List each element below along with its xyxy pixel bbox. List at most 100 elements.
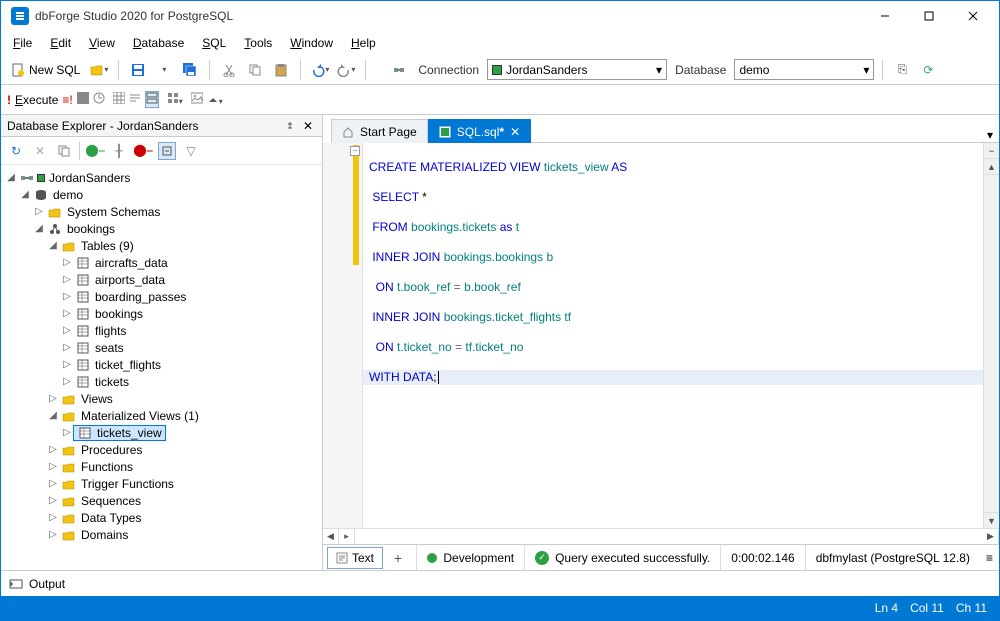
tree-table-item[interactable]: ▷ticket_flights <box>1 356 322 373</box>
stop-icon: ! <box>7 93 11 107</box>
tab-start-page[interactable]: Start Page <box>331 119 428 143</box>
tree-materialized-views-folder[interactable]: ◢Materialized Views (1) <box>1 407 322 424</box>
status-bar: Ln 4 Col 11 Ch 11 <box>1 596 999 620</box>
main-toolbar: New SQL ▾ ▾ ▾ ▾ Connection JordanSanders… <box>1 55 999 85</box>
stop-execution-button[interactable] <box>77 92 89 107</box>
tree-views-folder[interactable]: ▷Views <box>1 390 322 407</box>
new-sql-button[interactable]: New SQL <box>7 61 84 79</box>
separator <box>365 60 366 80</box>
tree-functions-folder[interactable]: ▷Functions <box>1 458 322 475</box>
home-icon <box>342 126 354 138</box>
tree-table-item[interactable]: ▷flights <box>1 322 322 339</box>
tab-sql[interactable]: SQL.sql* ✕ <box>428 119 531 143</box>
save-all-button[interactable] <box>179 59 201 81</box>
code-editor[interactable]: − CREATE MATERIALIZED VIEW tickets_view … <box>323 143 999 528</box>
refresh-icon[interactable]: ↻ <box>7 142 25 160</box>
menu-window[interactable]: Window <box>282 34 341 52</box>
close-button[interactable] <box>951 1 995 31</box>
menu-database[interactable]: Database <box>125 34 192 52</box>
database-explorer-panel: Database Explorer - JordanSanders ✕ ↻ ✕ … <box>1 115 323 570</box>
tree-sequences-folder[interactable]: ▷Sequences <box>1 492 322 509</box>
undo-button[interactable]: ▾ <box>309 59 331 81</box>
tree-database[interactable]: ◢demo <box>1 186 322 203</box>
paste-button[interactable] <box>270 59 292 81</box>
refresh-button[interactable]: ⟳ <box>917 59 939 81</box>
tree-schema[interactable]: ◢bookings <box>1 220 322 237</box>
disconnect-icon[interactable]: ⬤⎯ <box>134 142 152 160</box>
menu-bar: File Edit View Database SQL Tools Window… <box>1 31 999 55</box>
caret <box>438 371 439 384</box>
new-sql-icon <box>11 63 25 77</box>
elapsed-time: 0:00:02.146 <box>720 545 804 570</box>
chevron-down-icon: ▾ <box>863 63 869 77</box>
connection-icon[interactable] <box>388 59 410 81</box>
database-dropdown[interactable]: demo ▾ <box>734 59 874 80</box>
horizontal-scrollbar[interactable]: ◀▸▶ <box>323 528 999 544</box>
copy-icon[interactable] <box>55 142 73 160</box>
tree-trigger-functions-folder[interactable]: ▷Trigger Functions <box>1 475 322 492</box>
tree-system-schemas[interactable]: ▷System Schemas <box>1 203 322 220</box>
image-button[interactable] <box>191 92 203 107</box>
tree-procedures-folder[interactable]: ▷Procedures <box>1 441 322 458</box>
copy-button[interactable] <box>244 59 266 81</box>
menu-help[interactable]: Help <box>343 34 384 52</box>
open-button[interactable]: ▾ <box>88 59 110 81</box>
mixed-mode-button[interactable] <box>145 91 159 108</box>
maximize-button[interactable] <box>907 1 951 31</box>
cut-button[interactable] <box>218 59 240 81</box>
connect-icon[interactable]: ⬤⎯ <box>86 142 104 160</box>
tree-data-types-folder[interactable]: ▷Data Types <box>1 509 322 526</box>
tree-table-item[interactable]: ▷tickets <box>1 373 322 390</box>
menu-view[interactable]: View <box>81 34 123 52</box>
close-panel-icon[interactable]: ✕ <box>300 118 316 134</box>
node-icon[interactable]: ╂ <box>110 142 128 160</box>
chevron-down-icon: ▾ <box>656 63 662 77</box>
menu-edit[interactable]: Edit <box>42 34 79 52</box>
text-tab[interactable]: Text <box>327 547 383 569</box>
tree-item-tickets-view[interactable]: ▷tickets_view <box>1 424 322 441</box>
format-button[interactable]: ▾ <box>167 92 183 107</box>
grid-button[interactable] <box>113 92 125 107</box>
save-dropdown[interactable]: ▾ <box>153 59 175 81</box>
pin-icon[interactable] <box>282 118 298 134</box>
filter-icon[interactable]: ▽ <box>182 142 200 160</box>
tree-table-item[interactable]: ▷aircrafts_data <box>1 254 322 271</box>
zoom-button[interactable]: ▾ <box>207 92 223 107</box>
output-label: Output <box>29 577 65 591</box>
delete-icon[interactable]: ✕ <box>31 142 49 160</box>
query-profiler-button[interactable] <box>93 92 105 107</box>
tab-overflow-icon[interactable]: ▾ <box>981 128 999 143</box>
text-mode-button[interactable] <box>129 92 141 107</box>
footer-overflow-icon[interactable]: ≡ <box>980 551 999 565</box>
collapse-icon[interactable] <box>158 142 176 160</box>
menu-tools[interactable]: Tools <box>236 34 280 52</box>
tree-view[interactable]: ◢JordanSanders ◢demo ▷System Schemas ◢bo… <box>1 165 322 570</box>
document-tabs: Start Page SQL.sql* ✕ ▾ <box>323 115 999 143</box>
output-tab[interactable]: Output <box>1 570 999 596</box>
tree-connection[interactable]: ◢JordanSanders <box>1 169 322 186</box>
tree-table-item[interactable]: ▷bookings <box>1 305 322 322</box>
tree-table-item[interactable]: ▷airports_data <box>1 271 322 288</box>
menu-file[interactable]: File <box>5 34 40 52</box>
menu-sql[interactable]: SQL <box>194 34 234 52</box>
save-button[interactable] <box>127 59 149 81</box>
execute-current-button[interactable]: ≡! <box>62 93 72 107</box>
fold-icon[interactable]: − <box>350 146 360 156</box>
tree-domains-folder[interactable]: ▷Domains <box>1 526 322 543</box>
connection-dropdown[interactable]: JordanSanders ▾ <box>487 59 667 80</box>
connection-status-icon <box>492 65 502 75</box>
add-tab-button[interactable]: + <box>387 550 409 566</box>
execute-button[interactable]: Execute <box>15 93 58 107</box>
tree-tables-folder[interactable]: ◢Tables (9) <box>1 237 322 254</box>
tree-table-item[interactable]: ▷seats <box>1 339 322 356</box>
separator <box>209 60 210 80</box>
editor-footer: Text + Development ✓Query executed succe… <box>323 544 999 570</box>
vertical-scrollbar[interactable]: − ▲ ▼ <box>983 143 999 528</box>
settings-button[interactable]: ⎘ <box>891 59 913 81</box>
code-area[interactable]: CREATE MATERIALIZED VIEW tickets_view AS… <box>363 143 983 528</box>
redo-button[interactable]: ▾ <box>335 59 357 81</box>
tree-table-item[interactable]: ▷boarding_passes <box>1 288 322 305</box>
close-tab-icon[interactable]: ✕ <box>510 125 520 139</box>
minimize-button[interactable] <box>863 1 907 31</box>
explorer-toolbar: ↻ ✕ ⬤⎯ ╂ ⬤⎯ ▽ <box>1 137 322 165</box>
